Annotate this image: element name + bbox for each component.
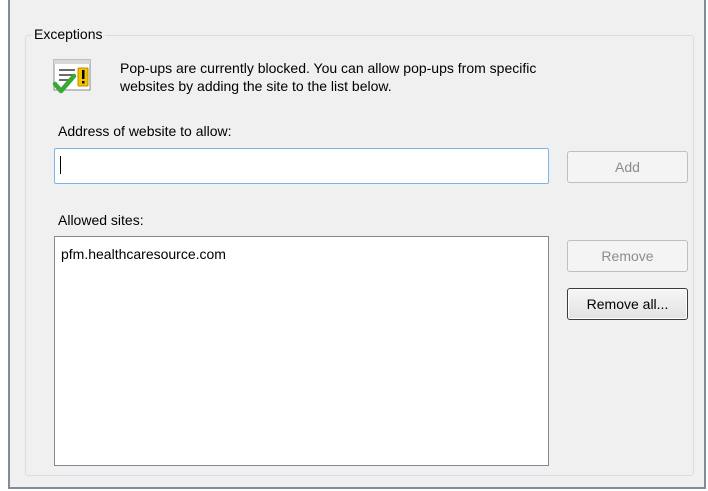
allowed-sites-label: Allowed sites: xyxy=(58,212,144,228)
info-text-line-1: Pop-ups are currently blocked. You can a… xyxy=(120,60,537,76)
add-button[interactable]: Add xyxy=(567,151,688,183)
info-text-line-2: websites by adding the site to the list … xyxy=(120,78,392,94)
website-address-input[interactable] xyxy=(54,148,549,184)
popup-blocked-info-text: Pop-ups are currently blocked. You can a… xyxy=(120,59,680,95)
exceptions-group-title: Exceptions xyxy=(31,25,106,43)
address-label: Address of website to allow: xyxy=(58,123,232,139)
allowed-sites-list[interactable]: pfm.healthcaresource.com xyxy=(54,236,549,466)
remove-all-button[interactable]: Remove all... xyxy=(567,288,688,320)
text-caret xyxy=(60,156,61,174)
exception-check-warning-icon xyxy=(52,58,94,98)
list-item[interactable]: pfm.healthcaresource.com xyxy=(61,245,542,263)
remove-button[interactable]: Remove xyxy=(567,240,688,272)
